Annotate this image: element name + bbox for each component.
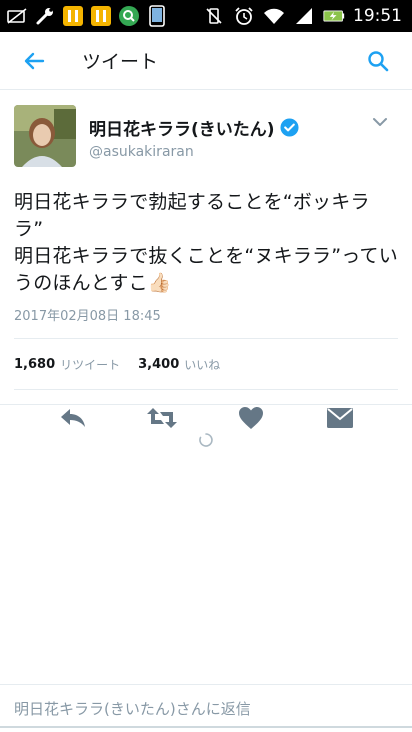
- wifi-icon: [263, 5, 285, 27]
- like-count[interactable]: 3,400: [138, 357, 179, 372]
- avatar[interactable]: [14, 105, 76, 167]
- reply-icon: [60, 409, 85, 427]
- display-name[interactable]: 明日花キララ(きいたん): [89, 115, 275, 140]
- status-bar: 19:51: [0, 0, 412, 32]
- tweet-text-line: 明日花キララで抜くことを“ヌキララ”ってい: [14, 245, 398, 267]
- reply-placeholder[interactable]: 明日花キララ(きいたん)さんに返信: [14, 698, 251, 719]
- like-label[interactable]: いいね: [184, 356, 220, 373]
- phone-icon: [146, 5, 168, 27]
- vibrate-off-icon: [203, 5, 225, 27]
- like-button[interactable]: [233, 400, 269, 436]
- user-handle[interactable]: @asukakiraran: [89, 144, 299, 160]
- alarm-icon: [233, 5, 255, 27]
- loading-spinner-icon: [199, 433, 213, 447]
- tweet-timestamp: 2017年02月08日 18:45: [14, 309, 161, 324]
- pause-app-icon: [62, 5, 84, 27]
- search-app-icon: [118, 5, 140, 27]
- search-icon: [368, 50, 389, 71]
- status-time: 19:51: [353, 6, 402, 26]
- app-bar: ツイート: [0, 32, 412, 90]
- reply-composer[interactable]: 明日花キララ(きいたん)さんに返信: [0, 684, 412, 732]
- retweet-button[interactable]: [144, 400, 180, 436]
- tweet-stats: 1,680 リツイート 3,400 いいね: [14, 339, 398, 389]
- search-button[interactable]: [358, 41, 398, 81]
- retweet-label[interactable]: リツイート: [60, 356, 120, 373]
- signal-icon: [293, 5, 315, 27]
- reply-button[interactable]: [55, 400, 91, 436]
- tweet-header: 明日花キララ(きいたん) @asukakiraran: [14, 92, 398, 167]
- tweet-text: 明日花キララで勃起することを“ボッキララ” 明日花キララで抜くことを“ヌキララ”…: [14, 189, 398, 297]
- retweet-icon: [146, 408, 177, 428]
- pause-app-icon: [90, 5, 112, 27]
- verified-badge-icon: [280, 118, 299, 137]
- reply-underline: [0, 726, 412, 728]
- envelope-icon: [326, 408, 353, 428]
- page-title: ツイート: [82, 51, 159, 73]
- tweet-text-line: 明日花キララで勃起することを“ボッキララ”: [14, 191, 370, 240]
- back-button[interactable]: [14, 41, 54, 81]
- divider: [0, 404, 412, 405]
- tweet-text-line: うのほんとすこ👍🏻: [14, 272, 172, 294]
- wrench-icon: [34, 5, 56, 27]
- chevron-down-icon[interactable]: [370, 112, 390, 132]
- battery-charging-icon: [323, 5, 345, 27]
- heart-icon: [238, 407, 263, 429]
- tweet-detail: 明日花キララ(きいたん) @asukakiraran 明日花キララで勃起すること…: [0, 92, 412, 446]
- arrow-left-icon: [24, 52, 45, 69]
- sim-off-icon: [6, 5, 28, 27]
- retweet-count[interactable]: 1,680: [14, 357, 55, 372]
- direct-message-button[interactable]: [322, 400, 358, 436]
